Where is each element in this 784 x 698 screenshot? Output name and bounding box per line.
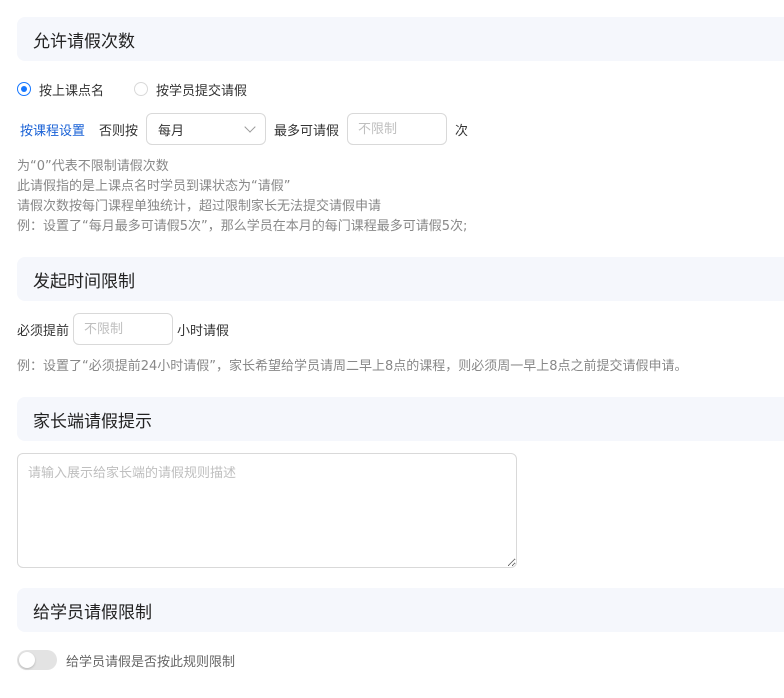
times-unit-label: 次 (455, 123, 469, 139)
radio-by-rollcall-label: 按上课点名 (39, 83, 105, 99)
section-title-leave-count: 允许请假次数 (17, 17, 784, 61)
period-select-value: 每月 (158, 123, 185, 139)
course-setting-link[interactable]: 按课程设置 (20, 120, 85, 139)
max-leave-input[interactable] (347, 113, 448, 145)
advance-hours-input[interactable] (73, 313, 174, 345)
period-select[interactable]: 每月 (146, 113, 267, 145)
leave-count-hints: 为“0”代表不限制请假次数 此请假指的是上课点名时学员到课状态为“请假” 请假次… (17, 157, 467, 237)
student-limit-row: 给学员请假是否按此规则限制 (17, 650, 235, 670)
otherwise-label: 否则按 (99, 123, 139, 139)
student-limit-switch[interactable] (17, 650, 57, 670)
time-limit-row: 必须提前 小时请假 (17, 313, 229, 345)
student-limit-switch-label: 给学员请假是否按此规则限制 (66, 654, 236, 670)
time-limit-hint: 例：设置了“必须提前24小时请假”，家长希望给学员请周二早上8点的课程，则必须周… (17, 359, 688, 374)
leave-count-rule-row: 按课程设置 否则按 每月 最多可请假 次 (20, 113, 468, 145)
parent-tip-textarea[interactable] (17, 453, 517, 568)
chevron-down-icon (244, 121, 256, 133)
section-title-parent-tip: 家长端请假提示 (17, 397, 784, 441)
leave-count-mode-group: 按上课点名 按学员提交请假 (17, 80, 247, 99)
max-leave-label: 最多可请假 (274, 123, 340, 139)
radio-unchecked-icon (134, 82, 149, 96)
radio-by-submit[interactable]: 按学员提交请假 (134, 80, 247, 99)
hint-line: 请假次数按每门课程单独统计，超过限制家长无法提交请假申请 (17, 199, 382, 214)
radio-by-rollcall[interactable]: 按上课点名 (17, 80, 104, 99)
hint-line: 为“0”代表不限制请假次数 (17, 159, 169, 174)
radio-checked-icon (17, 82, 31, 96)
section-title-time-limit: 发起时间限制 (17, 257, 784, 301)
hint-line: 此请假指的是上课点名时学员到课状态为“请假” (17, 179, 291, 194)
hint-line: 例：设置了“每月最多可请假5次”，那么学员在本月的每门课程最多可请假5次; (17, 219, 468, 234)
advance-prefix-label: 必须提前 (17, 323, 70, 339)
section-title-student-limit: 给学员请假限制 (17, 588, 784, 632)
switch-knob (19, 652, 35, 668)
advance-suffix-label: 小时请假 (177, 323, 230, 339)
radio-by-submit-label: 按学员提交请假 (156, 83, 248, 99)
